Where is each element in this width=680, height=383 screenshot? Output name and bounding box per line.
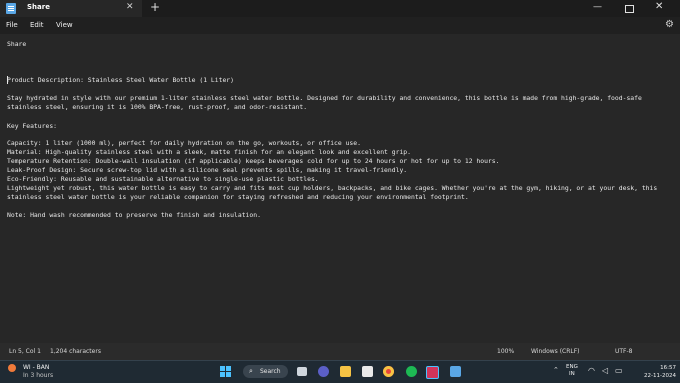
tab-title: Share — [27, 3, 50, 11]
teams-icon[interactable] — [318, 366, 329, 377]
taskbar: WI - BAN In 3 hours ⌕ Search ⌃ ENG IN ◠ … — [0, 360, 680, 383]
clock-date: 22-11-2024 — [644, 373, 676, 379]
text-editor[interactable]: Share Product Description: Stainless Ste… — [0, 34, 680, 343]
doc-line: Key Features: — [7, 122, 58, 130]
menu-edit[interactable]: Edit — [30, 21, 44, 29]
menu-bar: File Edit View ⚙ — [0, 17, 680, 34]
taskbar-search[interactable]: ⌕ Search — [243, 365, 288, 378]
maximize-button[interactable] — [625, 5, 634, 13]
calendar-app-icon[interactable] — [362, 366, 373, 377]
zoom-level[interactable]: 100% — [497, 348, 514, 355]
line-ending[interactable]: Windows (CRLF) — [531, 348, 580, 355]
region-label: IN — [569, 371, 575, 377]
notepad-taskbar-icon[interactable] — [450, 366, 461, 377]
weather-label: WI - BAN — [23, 364, 50, 371]
doc-line: Temperature Retention: Double-wall insul… — [7, 157, 500, 165]
chrome-icon[interactable] — [383, 366, 394, 377]
menu-file[interactable]: File — [6, 21, 18, 29]
clock[interactable]: 16:57 22-11-2024 — [640, 364, 676, 380]
doc-line: Product Description: Stainless Steel Wat… — [7, 76, 235, 84]
spotify-icon[interactable] — [406, 366, 417, 377]
doc-line: Note: Hand wash recommended to preserve … — [7, 211, 261, 219]
character-count: 1,204 characters — [50, 348, 101, 355]
title-bar: Share — ✕ + — ✕ — [0, 0, 680, 17]
minimize-button[interactable]: — — [593, 2, 602, 12]
search-icon: ⌕ — [249, 367, 253, 375]
language-indicator[interactable]: ENG IN — [566, 364, 578, 378]
doc-line: Lightweight yet robust, this water bottl… — [7, 184, 658, 192]
notepad-icon — [6, 3, 16, 14]
doc-line: Eco-Friendly: Reusable and sustainable a… — [7, 175, 319, 183]
menu-view[interactable]: View — [56, 21, 73, 29]
doc-line: Capacity: 1 liter (1000 ml), perfect for… — [7, 139, 361, 147]
window-close-button[interactable]: ✕ — [655, 1, 663, 12]
search-label: Search — [260, 368, 281, 375]
chevron-up-icon[interactable]: ⌃ — [553, 366, 559, 374]
file-explorer-icon[interactable] — [340, 366, 351, 377]
weather-icon — [8, 364, 16, 372]
doc-line: stainless steel water bottle is your rel… — [7, 193, 469, 201]
cursor-position: Ln 5, Col 1 — [9, 348, 41, 355]
close-icon[interactable]: ✕ — [126, 2, 134, 12]
doc-line: Stay hydrated in style with our premium … — [7, 94, 642, 102]
new-tab-button[interactable]: + — [150, 0, 160, 14]
gear-icon[interactable]: ⚙ — [665, 19, 674, 30]
tab-share[interactable]: Share — ✕ — [0, 0, 142, 17]
weather-note: In 3 hours — [23, 372, 54, 379]
text-caret — [7, 76, 8, 84]
battery-icon[interactable]: ▭ — [615, 366, 623, 375]
language-label: ENG — [566, 364, 578, 370]
start-button[interactable] — [220, 366, 231, 377]
encoding[interactable]: UTF-8 — [615, 348, 633, 355]
wifi-icon[interactable]: ◠ — [588, 366, 595, 375]
clock-time: 16:57 — [660, 365, 676, 371]
doc-line: Material: High-quality stainless steel w… — [7, 148, 411, 156]
volume-icon[interactable]: ◁ — [602, 366, 608, 375]
doc-line: Leak-Proof Design: Secure screw-top lid … — [7, 166, 408, 174]
task-view-icon[interactable] — [297, 367, 307, 376]
active-app-icon[interactable] — [426, 366, 439, 379]
status-bar: Ln 5, Col 1 1,204 characters 100% Window… — [0, 343, 680, 360]
doc-line: stainless steel, ensuring it is 100% BPA… — [7, 103, 308, 111]
doc-line: Share — [7, 40, 27, 48]
